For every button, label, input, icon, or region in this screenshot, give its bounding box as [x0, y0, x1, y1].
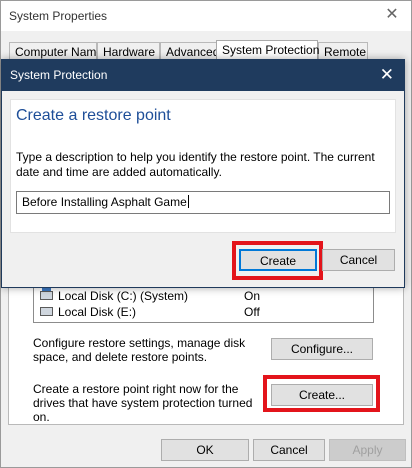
configure-description: Configure restore settings, manage disk …	[33, 336, 246, 364]
dialog-cancel-button[interactable]: Cancel	[322, 249, 395, 271]
protection-drive-list[interactable]: Local Disk (C:) (System) On Local Disk (…	[33, 283, 374, 323]
dialog-create-button[interactable]: Create	[239, 249, 317, 271]
text-caret	[187, 195, 189, 208]
dialog-title-bar: System Protection ✕	[2, 60, 404, 91]
input-value: Before Installing Asphalt Game	[22, 195, 187, 209]
list-item[interactable]: Local Disk (E:) Off	[40, 304, 370, 320]
close-icon[interactable]: ✕	[381, 5, 403, 25]
dialog-instructions: Type a description to help you identify …	[16, 150, 375, 179]
drive-name: Local Disk (C:) (System)	[58, 289, 189, 303]
configure-button[interactable]: Configure...	[271, 338, 373, 360]
apply-button[interactable]: Apply	[329, 439, 406, 461]
drive-protection-status: Off	[244, 305, 260, 319]
ok-button[interactable]: OK	[161, 439, 249, 461]
drive-icon	[40, 307, 53, 316]
create-description: Create a restore point right now for the…	[33, 382, 253, 424]
dialog-title: System Protection	[10, 68, 108, 82]
close-icon[interactable]: ✕	[380, 65, 394, 85]
dialog-heading: Create a restore point	[16, 107, 171, 124]
window-title: System Properties	[9, 9, 108, 23]
create-restore-point-button[interactable]: Create...	[271, 384, 373, 406]
list-item[interactable]: Local Disk (C:) (System) On	[40, 287, 370, 304]
drive-name: Local Disk (E:)	[58, 305, 137, 319]
restore-point-description-input[interactable]: Before Installing Asphalt Game	[16, 191, 390, 214]
dialog-content: Create a restore point Type a descriptio…	[10, 99, 396, 233]
drive-protection-status: On	[244, 289, 261, 303]
system-protection-dialog: System Protection ✕ Create a restore poi…	[1, 59, 405, 288]
cancel-button[interactable]: Cancel	[253, 439, 325, 461]
system-drive-icon	[40, 287, 53, 300]
title-bar: System Properties ✕	[1, 1, 411, 31]
